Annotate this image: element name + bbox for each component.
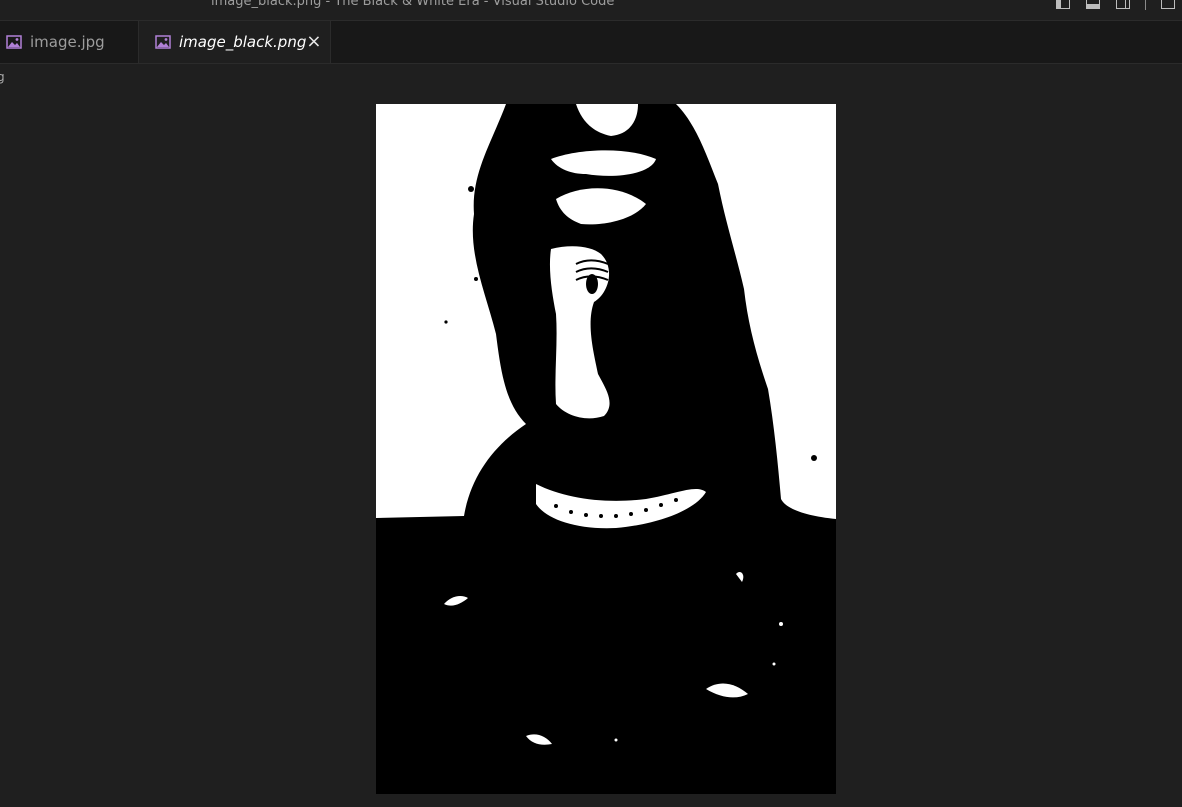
window-title: image_black.png - The Black & White Era … — [211, 0, 615, 9]
title-bar: image_black.png - The Black & White Era … — [0, 0, 1182, 21]
image-file-icon — [155, 35, 171, 49]
tab-image-jpg[interactable]: image.jpg — [0, 21, 139, 63]
toggle-secondary-sidebar-icon[interactable] — [1115, 0, 1131, 11]
layout-separator — [1145, 0, 1146, 10]
toggle-primary-sidebar-icon[interactable] — [1055, 0, 1071, 11]
customize-layout-icon[interactable] — [1160, 0, 1176, 11]
tab-label: image.jpg — [30, 33, 105, 51]
layout-controls — [1055, 0, 1182, 12]
editor-tab-bar: image.jpg image_black.png × — [0, 21, 1182, 64]
image-file-icon — [6, 35, 22, 49]
tab-label: image_black.png — [179, 33, 307, 51]
toggle-panel-icon[interactable] — [1085, 0, 1101, 11]
image-editor-area: g — [0, 64, 1182, 807]
breadcrumb: g — [0, 70, 5, 84]
black-white-portrait-image — [376, 104, 836, 794]
close-icon[interactable]: × — [306, 33, 321, 51]
image-preview[interactable] — [376, 104, 836, 794]
tab-image-black-png[interactable]: image_black.png × — [139, 21, 331, 63]
